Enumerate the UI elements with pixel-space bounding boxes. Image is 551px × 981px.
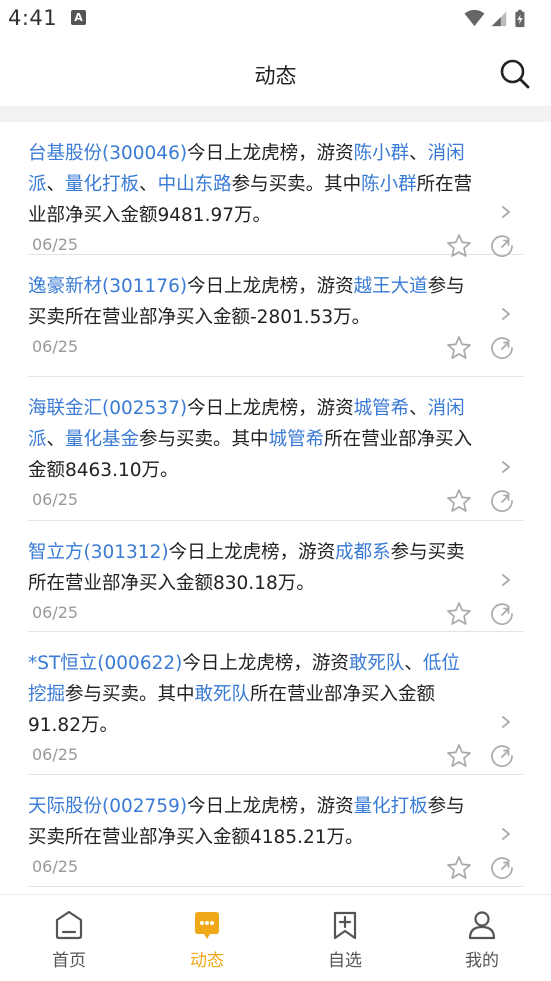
feed-link[interactable]: 台基股份(300046) [28, 143, 187, 164]
tab-feed[interactable]: 动态 [138, 895, 276, 981]
app-header: 动态 [0, 40, 551, 106]
share-icon[interactable] [489, 335, 515, 361]
feed-link[interactable]: 天际股份(002759) [28, 796, 187, 817]
star-icon[interactable] [446, 743, 472, 769]
bottom-tab-bar: 首页 动态 自选 我的 [0, 894, 551, 981]
tab-home-label: 首页 [52, 951, 86, 971]
share-icon[interactable] [489, 601, 515, 627]
feed-date: 06/25 [32, 745, 79, 764]
tab-profile-label: 我的 [465, 951, 499, 971]
search-icon[interactable] [499, 58, 531, 90]
feed-link[interactable]: 量化基金 [65, 429, 139, 450]
feed-date: 06/25 [32, 490, 79, 509]
tab-watchlist-label: 自选 [328, 951, 362, 971]
feed-link[interactable]: 逸豪新材(301176) [28, 276, 187, 297]
news-feed[interactable]: 台基股份(300046)今日上龙虎榜，游资陈小群、消闲派、量化打板、中山东路参与… [0, 122, 551, 894]
page-title: 动态 [254, 64, 297, 88]
feed-text-segment: 、 [409, 143, 428, 164]
feed-text-segment: 、 [404, 653, 423, 674]
chat-bubble-icon [195, 912, 219, 939]
share-icon[interactable] [489, 855, 515, 881]
feed-date: 06/25 [32, 337, 79, 356]
feed-date: 06/25 [32, 235, 79, 254]
status-bar: 4:41 A [0, 0, 551, 40]
share-icon[interactable] [489, 743, 515, 769]
feed-link[interactable]: 敢死队 [349, 653, 405, 674]
profile-icon [468, 911, 496, 940]
tab-home[interactable]: 首页 [0, 895, 138, 981]
feed-text-segment: 今日上龙虎榜，游资 [182, 653, 349, 674]
feed-card-text: 天际股份(002759)今日上龙虎榜，游资量化打板参与买卖所在营业部净买入金额4… [28, 791, 473, 853]
feed-link[interactable]: 陈小群 [361, 174, 417, 195]
feed-text-segment: 、 [46, 429, 66, 450]
tab-watchlist[interactable]: 自选 [276, 895, 414, 981]
feed-link[interactable]: 城管希 [269, 429, 325, 450]
star-icon[interactable] [446, 488, 472, 514]
tab-feed-label: 动态 [190, 951, 224, 971]
feed-card[interactable]: 智立方(301312)今日上龙虎榜，游资成都系参与买卖所在营业部净买入金额830… [28, 521, 523, 632]
feed-link[interactable]: 成都系 [335, 542, 391, 563]
add-watchlist-icon [333, 911, 357, 940]
status-icons [464, 9, 525, 28]
chevron-right-icon[interactable] [499, 827, 513, 841]
chevron-right-icon[interactable] [499, 205, 513, 219]
feed-card[interactable]: 天际股份(002759)今日上龙虎榜，游资量化打板参与买卖所在营业部净买入金额4… [28, 775, 523, 887]
feed-link[interactable]: 智立方(301312) [28, 542, 169, 563]
status-time: 4:41 [8, 6, 58, 30]
header-divider [0, 106, 551, 122]
feed-link[interactable]: *ST恒立(000622) [28, 653, 182, 674]
feed-card[interactable]: *ST恒立(000622)今日上龙虎榜，游资敢死队、低位挖掘参与买卖。其中敢死队… [28, 632, 523, 775]
tab-profile[interactable]: 我的 [413, 895, 551, 981]
feed-card-text: 智立方(301312)今日上龙虎榜，游资成都系参与买卖所在营业部净买入金额830… [28, 537, 473, 599]
feed-text-segment: 今日上龙虎榜，游资 [187, 276, 354, 297]
chevron-right-icon[interactable] [499, 307, 513, 321]
feed-link[interactable]: 海联金汇(002537) [28, 398, 187, 419]
home-icon [55, 910, 83, 940]
feed-text-segment: 、 [139, 174, 158, 195]
feed-link[interactable]: 敢死队 [195, 684, 251, 705]
feed-card-text: 海联金汇(002537)今日上龙虎榜，游资城管希、消闲派、量化基金参与买卖。其中… [28, 393, 473, 486]
feed-text-segment: 、 [46, 174, 66, 195]
chevron-right-icon[interactable] [499, 460, 513, 474]
feed-card-text: 台基股份(300046)今日上龙虎榜，游资陈小群、消闲派、量化打板、中山东路参与… [28, 138, 473, 231]
feed-text-segment: 参与买卖。其中 [65, 684, 195, 705]
feed-card-text: 逸豪新材(301176)今日上龙虎榜，游资越王大道参与买卖所在营业部净买入金额-… [28, 271, 473, 333]
feed-link[interactable]: 陈小群 [354, 143, 410, 164]
chevron-right-icon[interactable] [499, 715, 513, 729]
feed-text-segment: 今日上龙虎榜，游资 [187, 143, 354, 164]
feed-text-segment: 参与买卖。其中 [139, 429, 269, 450]
feed-text-segment: 今日上龙虎榜，游资 [187, 398, 354, 419]
chevron-right-icon[interactable] [499, 573, 513, 587]
notification-icon: A [71, 10, 86, 25]
feed-link[interactable]: 量化打板 [65, 174, 139, 195]
feed-card[interactable]: 逸豪新材(301176)今日上龙虎榜，游资越王大道参与买卖所在营业部净买入金额-… [28, 255, 523, 377]
feed-text-segment: 今日上龙虎榜，游资 [168, 542, 336, 563]
feed-link[interactable]: 城管希 [354, 398, 410, 419]
cell-signal-icon [491, 11, 507, 27]
feed-date: 06/25 [32, 857, 79, 876]
battery-icon [515, 9, 525, 28]
feed-link[interactable]: 中山东路 [158, 174, 232, 195]
star-icon[interactable] [446, 601, 472, 627]
feed-link[interactable]: 量化打板 [354, 796, 428, 817]
feed-link[interactable]: 越王大道 [354, 276, 428, 297]
feed-text-segment: 今日上龙虎榜，游资 [187, 796, 354, 817]
feed-card[interactable]: 台基股份(300046)今日上龙虎榜，游资陈小群、消闲派、量化打板、中山东路参与… [28, 122, 523, 257]
star-icon[interactable] [446, 335, 472, 361]
feed-card-text: *ST恒立(000622)今日上龙虎榜，游资敢死队、低位挖掘参与买卖。其中敢死队… [28, 648, 473, 741]
feed-date: 06/25 [32, 603, 79, 622]
feed-text-segment: 、 [409, 398, 428, 419]
share-icon[interactable] [489, 488, 515, 514]
feed-card[interactable]: 海联金汇(002537)今日上龙虎榜，游资城管希、消闲派、量化基金参与买卖。其中… [28, 377, 523, 521]
feed-text-segment: 参与买卖。其中 [231, 174, 362, 195]
wifi-icon [464, 9, 485, 27]
star-icon[interactable] [446, 855, 472, 881]
